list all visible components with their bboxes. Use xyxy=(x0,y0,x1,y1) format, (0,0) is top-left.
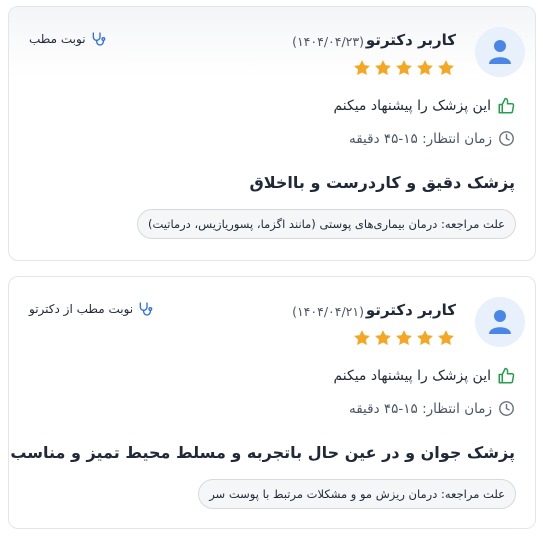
rating-stars xyxy=(353,329,455,347)
star-icon xyxy=(354,330,370,346)
star-icon xyxy=(417,330,433,346)
appointment-type-label: نوبت مطب از دکترتو xyxy=(29,302,134,316)
recommendation-text: این پزشک را پیشنهاد میکنم xyxy=(333,98,491,114)
review-card: کاربر دکترتو (۱۴۰۴/۰۴/۲۱) نوبت مطب از دک… xyxy=(8,276,536,529)
appointment-type-label: نوبت مطب xyxy=(29,32,86,46)
review-date: (۱۴۰۴/۰۴/۲۳) xyxy=(292,34,364,49)
recommendation-text: این پزشک را پیشنهاد میکنم xyxy=(333,368,491,384)
star-icon xyxy=(438,330,454,346)
visit-reason-badge: علت مراجعه: درمان بیماری‌های پوستی (مانن… xyxy=(137,209,516,239)
review-date: (۱۴۰۴/۰۴/۲۱) xyxy=(292,304,364,319)
wait-time: زمان انتظار: ۱۵-۴۵ دقیقه xyxy=(349,130,515,147)
star-icon xyxy=(438,60,454,76)
recommendation: این پزشک را پیشنهاد میکنم xyxy=(333,97,515,115)
rating-stars xyxy=(353,59,455,77)
visit-reason-badge: علت مراجعه: درمان ریزش مو و مشکلات مرتبط… xyxy=(198,479,516,509)
star-icon xyxy=(354,60,370,76)
appointment-type: نوبت مطب از دکترتو xyxy=(29,301,153,317)
user-avatar-icon xyxy=(475,27,525,77)
clock-icon xyxy=(499,401,514,416)
appointment-type: نوبت مطب xyxy=(29,31,106,47)
user-avatar-icon xyxy=(475,297,525,347)
star-icon xyxy=(417,60,433,76)
thumbs-up-icon xyxy=(498,367,515,384)
star-icon xyxy=(396,330,412,346)
reviewer-name: کاربر دکترتو xyxy=(365,301,456,319)
wait-time-text: زمان انتظار: ۱۵-۴۵ دقیقه xyxy=(348,400,492,417)
wait-time: زمان انتظار: ۱۵-۴۵ دقیقه xyxy=(349,400,515,417)
review-card: کاربر دکترتو (۱۴۰۴/۰۴/۲۳) نوبت مطب این پ… xyxy=(8,6,536,261)
review-comment: پزشک جوان و در عین حال باتجربه و مسلط مح… xyxy=(10,443,515,462)
review-comment: پزشک دقیق و کاردرست و بااخلاق xyxy=(249,173,515,192)
star-icon xyxy=(375,330,391,346)
reviewer-name: کاربر دکترتو xyxy=(365,31,456,49)
star-icon xyxy=(375,60,391,76)
thumbs-up-icon xyxy=(498,97,515,114)
stethoscope-icon xyxy=(92,32,105,46)
wait-time-text: زمان انتظار: ۱۵-۴۵ دقیقه xyxy=(348,130,492,147)
stethoscope-icon xyxy=(139,302,153,316)
recommendation: این پزشک را پیشنهاد میکنم xyxy=(333,367,515,385)
star-icon xyxy=(396,60,412,76)
clock-icon xyxy=(499,131,514,146)
